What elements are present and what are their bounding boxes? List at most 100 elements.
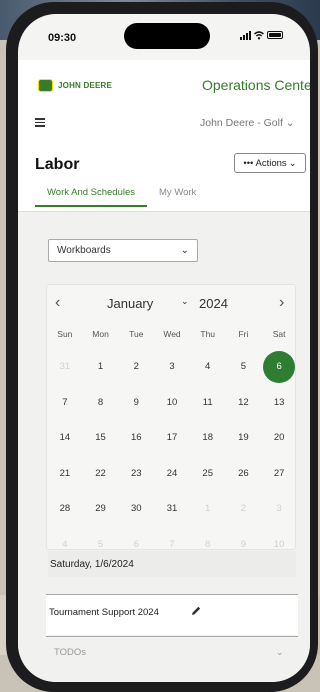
weekday-label: Fri <box>238 329 249 339</box>
day-number: 6 <box>263 350 296 383</box>
page-header: Labor ••• Actions ⌄ Work And Schedules M… <box>18 132 310 212</box>
calendar-day[interactable]: 7 <box>47 385 83 421</box>
calendar-day[interactable]: 5 <box>226 349 262 385</box>
calendar-day[interactable]: 22 <box>83 456 119 492</box>
calendar-day[interactable]: 20 <box>261 420 297 456</box>
tab-my-work[interactable]: My Work <box>147 185 208 207</box>
calendar-day[interactable]: 21 <box>47 456 83 492</box>
calendar-day[interactable]: 8 <box>83 385 119 421</box>
calendar-day[interactable]: 17 <box>154 420 190 456</box>
day-number: 7 <box>62 396 68 408</box>
day-number: 13 <box>273 396 285 408</box>
weekday-label: Sat <box>272 329 286 339</box>
calendar-day[interactable]: 31 <box>154 491 190 527</box>
app-header: JOHN DEERE Operations Center John Deere … <box>18 60 310 132</box>
day-number: 8 <box>205 538 211 550</box>
chevron-down-icon[interactable]: ⌄ <box>181 296 189 307</box>
day-number: 9 <box>240 538 247 550</box>
calendar-day[interactable]: 23 <box>118 456 154 492</box>
calendar-day[interactable]: 14 <box>47 420 83 456</box>
day-number: 4 <box>205 361 211 373</box>
year-select[interactable]: 2024 <box>199 296 228 311</box>
calendar-day[interactable]: 27 <box>261 456 297 492</box>
calendar-day[interactable]: 25 <box>190 456 226 492</box>
day-number: 7 <box>169 538 175 550</box>
day-number: 19 <box>238 432 249 444</box>
day-number: 5 <box>240 361 247 373</box>
workboard-name: Tournament Support 2024 <box>49 607 159 618</box>
calendar-day-selected[interactable]: 6 <box>261 349 297 385</box>
calendar: ‹ January ⌄ 2024 › Sun Mon Tue Wed Thu Fri Sat… <box>46 284 296 550</box>
page-title: Labor <box>35 156 80 173</box>
day-number: 16 <box>130 432 142 444</box>
day-number: 2 <box>133 361 139 373</box>
day-number: 8 <box>97 396 104 408</box>
todos-section-label[interactable]: TODOs <box>54 647 86 658</box>
selected-date: Saturday, 1/6/2024 <box>48 551 296 577</box>
calendar-day[interactable]: 15 <box>83 420 119 456</box>
calendar-day[interactable]: 28 <box>47 491 83 527</box>
deer-logo-icon <box>38 79 53 92</box>
day-number: 6 <box>133 538 139 550</box>
day-number: 10 <box>166 396 178 408</box>
day-number: 24 <box>166 467 178 479</box>
calendar-day[interactable]: 1 <box>83 349 119 385</box>
calendar-day[interactable]: 16 <box>118 420 154 456</box>
calendar-day[interactable]: 13 <box>261 385 297 421</box>
day-number: 11 <box>202 396 213 408</box>
day-number: 3 <box>276 503 282 515</box>
tab-work-and-schedules[interactable]: Work And Schedules <box>35 185 148 207</box>
calendar-day[interactable]: 12 <box>226 385 262 421</box>
calendar-day[interactable]: 24 <box>154 456 190 492</box>
calendar-day[interactable]: 30 <box>118 491 154 527</box>
phone-screen: 09:30 JOHN DEERE Operations Center John … <box>18 14 310 682</box>
day-number: 26 <box>238 467 249 479</box>
divider <box>46 636 298 637</box>
calendar-day[interactable]: 4 <box>190 349 226 385</box>
chevron-down-icon: ⌄ <box>285 117 295 129</box>
weekday-label: Mon <box>92 329 109 339</box>
day-number: 21 <box>59 467 71 479</box>
dynamic-island <box>124 23 210 49</box>
calendar-day[interactable]: 18 <box>190 420 226 456</box>
calendar-day[interactable]: 2 <box>118 349 154 385</box>
next-month-button[interactable]: › <box>279 294 284 312</box>
weekday-label: Tue <box>129 329 144 339</box>
calendar-day[interactable]: 10 <box>154 385 190 421</box>
main-content: Workboards ⌄ ‹ January ⌄ 2024 › Sun Mon Tu… <box>18 212 310 682</box>
status-icons <box>240 30 283 40</box>
edit-pencil-icon[interactable] <box>190 605 202 617</box>
brand-name: JOHN DEERE <box>58 81 113 90</box>
actions-button[interactable]: ••• Actions ⌄ <box>234 153 306 173</box>
phone-frame: 09:30 JOHN DEERE Operations Center John … <box>6 2 318 692</box>
month-select[interactable]: January <box>107 296 153 311</box>
day-number: 9 <box>133 396 139 408</box>
org-label: John Deere - Golf <box>200 117 283 129</box>
calendar-day[interactable]: 3 <box>154 349 190 385</box>
brand-logo[interactable]: JOHN DEERE <box>38 79 112 92</box>
workboards-select[interactable]: Workboards ⌄ <box>48 239 198 262</box>
workboard-item[interactable]: Tournament Support 2024 <box>46 595 298 635</box>
chevron-down-icon[interactable]: ⌄ <box>276 647 284 658</box>
weekday-label: Thu <box>200 329 216 339</box>
day-number: 27 <box>273 467 285 479</box>
prev-month-button[interactable]: ‹ <box>55 294 60 312</box>
calendar-day[interactable]: 29 <box>83 491 119 527</box>
day-number: 22 <box>95 467 106 479</box>
calendar-day[interactable]: 19 <box>226 420 262 456</box>
day-number: 30 <box>130 503 142 515</box>
calendar-day[interactable]: 11 <box>190 385 226 421</box>
day-number: 17 <box>166 432 178 444</box>
tab-bar: Work And Schedules My Work <box>35 185 208 207</box>
day-number: 1 <box>205 503 211 515</box>
day-number: 25 <box>202 467 213 479</box>
actions-label: ••• Actions <box>243 157 287 169</box>
day-number: 31 <box>166 503 178 515</box>
hamburger-menu-icon[interactable] <box>35 118 45 129</box>
calendar-day[interactable]: 9 <box>118 385 154 421</box>
day-number: 12 <box>238 396 249 408</box>
calendar-day[interactable]: 26 <box>226 456 262 492</box>
org-selector[interactable]: John Deere - Golf ⌄ <box>200 117 295 129</box>
product-title: Operations Center <box>202 77 310 93</box>
day-number: 4 <box>62 538 68 550</box>
